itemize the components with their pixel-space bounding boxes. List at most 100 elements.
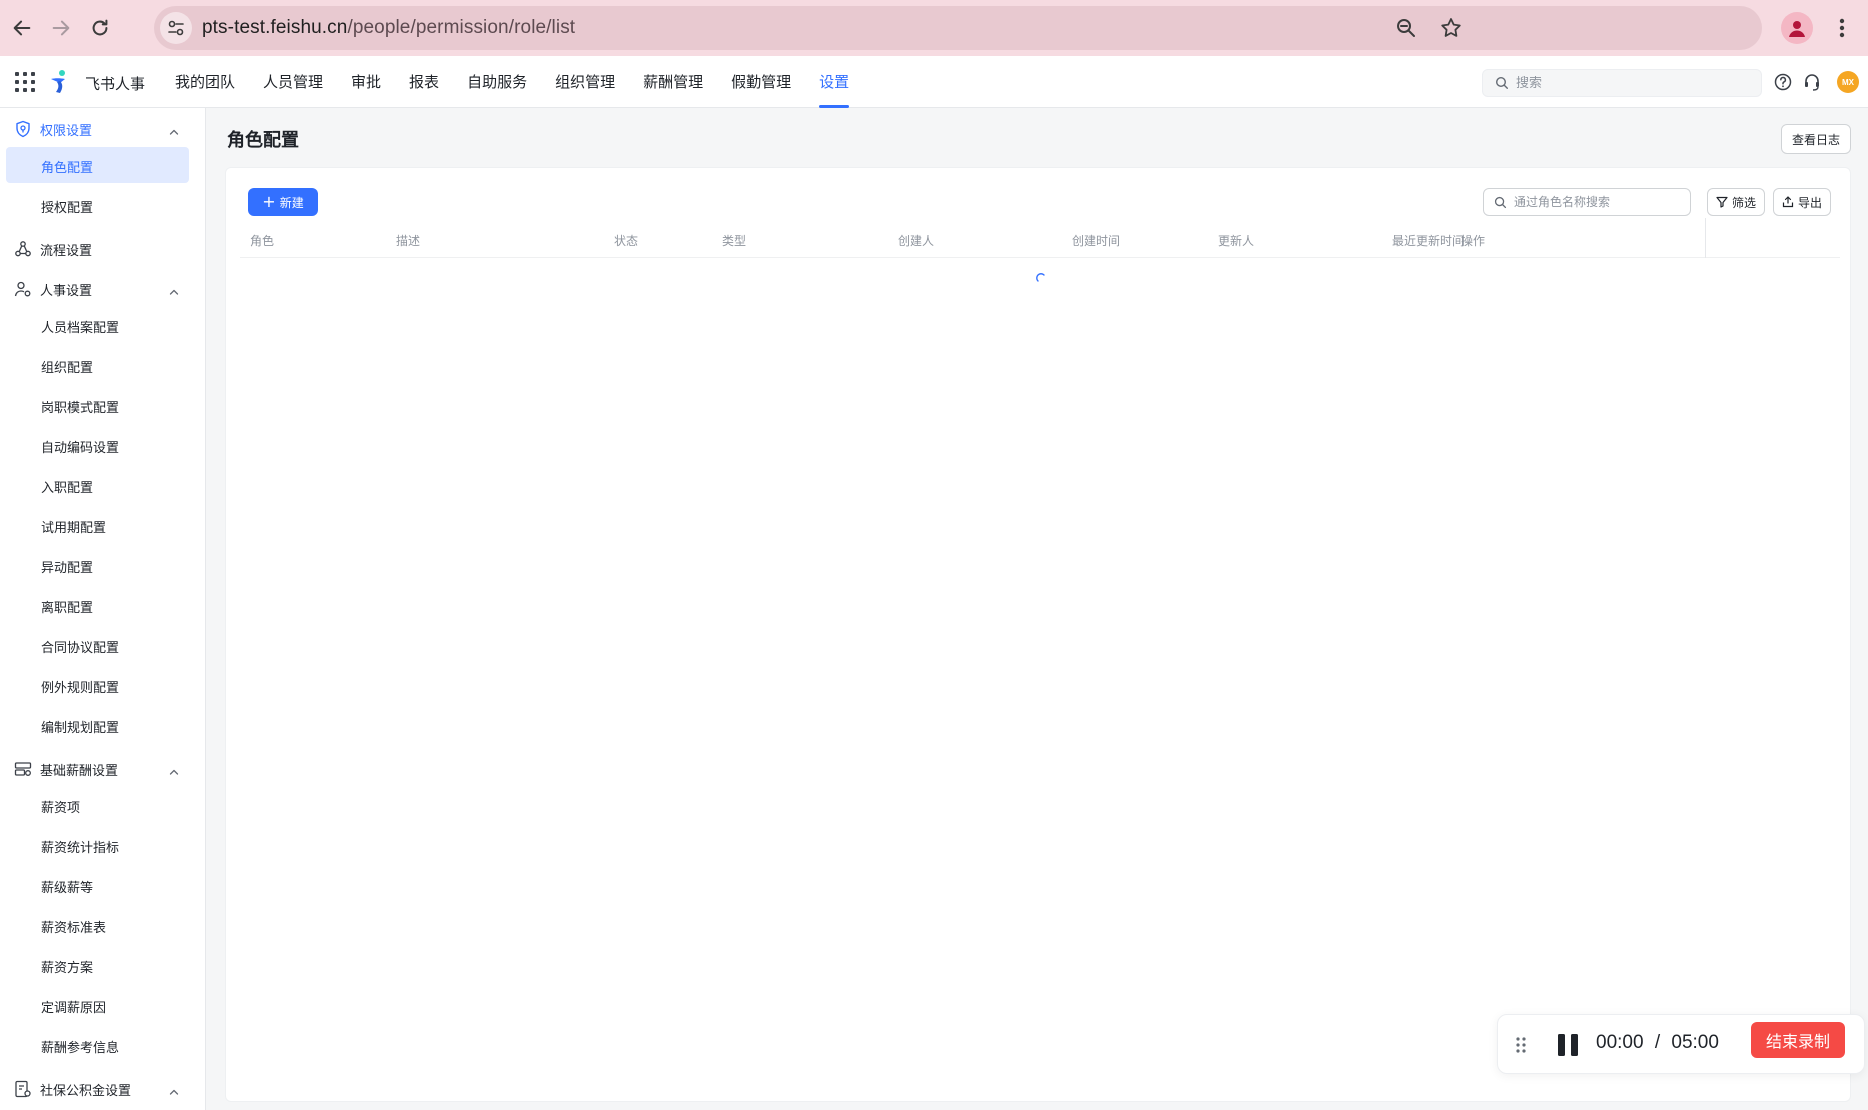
reload-icon [92, 19, 108, 36]
export-label: 导出 [1797, 195, 1822, 210]
workflow-icon [14, 240, 32, 258]
sidebar-item[interactable]: 异动配置 [6, 547, 189, 583]
sidebar-item[interactable]: 薪资统计指标 [6, 827, 189, 863]
recording-widget: 00:00 / 05:00 结束录制 [1497, 1014, 1865, 1074]
person-settings-icon [14, 280, 32, 298]
sidebar-item[interactable]: 例外规则配置 [6, 667, 189, 703]
export-button[interactable]: 导出 [1773, 188, 1831, 216]
sidebar-group[interactable]: 权限设置 [0, 109, 205, 149]
top-nav-item[interactable]: 报表 [409, 56, 439, 108]
role-search-input[interactable] [1514, 195, 1684, 209]
column-header: 描述 [396, 234, 421, 248]
plus-icon: + [262, 192, 276, 211]
back-button[interactable] [2, 8, 42, 48]
profile-button[interactable] [1781, 12, 1813, 44]
sidebar-item[interactable]: 离职配置 [6, 587, 189, 623]
top-nav-item[interactable]: 自助服务 [467, 56, 527, 108]
sidebar-item[interactable]: 自动编码设置 [6, 427, 189, 463]
sidebar-item-label: 角色配置 [41, 161, 94, 176]
sidebar-item-label: 薪级薪等 [41, 881, 94, 896]
chevron-up-icon[interactable] [168, 763, 180, 775]
sidebar-group[interactable]: 社保公积金设置 [0, 1069, 205, 1109]
url-text[interactable]: pts-test.feishu.cn/people/permission/rol… [202, 17, 575, 39]
sidebar-item[interactable]: 薪资标准表 [6, 907, 189, 943]
sidebar-item[interactable]: 入职配置 [6, 467, 189, 503]
arrow-right-icon [52, 20, 70, 36]
sidebar-item[interactable]: 薪资项 [6, 787, 189, 823]
sidebar-item[interactable]: 合同协议配置 [6, 627, 189, 663]
column-header: 最近更新时间 [1392, 234, 1465, 248]
chevron-up-icon[interactable] [168, 123, 180, 135]
sidebar-item[interactable]: 组织配置 [6, 347, 189, 383]
sidebar-item[interactable]: 人员档案配置 [6, 307, 189, 343]
column-header: 创建人 [898, 234, 935, 248]
sidebar-item-label: 入职配置 [41, 481, 94, 496]
shield-icon [14, 120, 32, 138]
sidebar-item[interactable]: 编制规划配置 [6, 707, 189, 743]
filter-button[interactable]: 筛选 [1707, 188, 1765, 216]
customer-service-icon[interactable] [1802, 72, 1822, 92]
filter-label: 筛选 [1731, 195, 1756, 210]
arrow-left-icon [13, 20, 31, 36]
site-settings-icon[interactable] [160, 12, 192, 44]
sidebar-group[interactable]: 基础薪酬设置 [0, 749, 205, 789]
view-log-button[interactable]: 查看日志 [1781, 124, 1851, 154]
sidebar-item[interactable]: 薪酬参考信息 [6, 1027, 189, 1063]
stop-recording-button[interactable]: 结束录制 [1751, 1022, 1845, 1058]
global-search-input[interactable] [1516, 75, 1746, 91]
top-nav-item[interactable]: 薪酬管理 [643, 56, 703, 108]
app-header: 飞书人事 我的团队人员管理审批报表自助服务组织管理薪酬管理假勤管理设置 MX [0, 56, 1868, 108]
chevron-up-icon[interactable] [168, 1083, 180, 1095]
user-avatar[interactable]: MX [1837, 71, 1859, 93]
sidebar-group-label: 基础薪酬设置 [40, 764, 119, 779]
bookmark-star-icon[interactable] [1439, 16, 1463, 40]
social-security-icon [14, 1080, 32, 1098]
forward-button[interactable] [41, 8, 81, 48]
role-search[interactable] [1483, 188, 1691, 216]
global-search[interactable] [1482, 69, 1762, 97]
pause-icon[interactable] [1555, 1031, 1581, 1059]
brand-name[interactable]: 飞书人事 [85, 73, 145, 94]
app-grid-icon[interactable] [14, 71, 36, 93]
sidebar-item[interactable]: 角色配置 [6, 147, 189, 183]
zoom-icon[interactable] [1394, 16, 1418, 40]
salary-icon [14, 760, 32, 778]
top-nav-item[interactable]: 我的团队 [175, 56, 235, 108]
url-path: /people/permission/role/list [347, 17, 576, 38]
top-nav-item[interactable]: 人员管理 [263, 56, 323, 108]
help-icon[interactable] [1773, 72, 1793, 92]
recording-timer: 00:00 / 05:00 [1596, 1032, 1719, 1054]
sidebar-item-label: 授权配置 [41, 201, 94, 216]
sidebar-item[interactable]: 定调薪原因 [6, 987, 189, 1023]
top-nav-item[interactable]: 假勤管理 [731, 56, 791, 108]
sidebar-group[interactable]: 流程设置 [0, 229, 205, 269]
search-icon [1495, 76, 1508, 89]
feishu-people-logo-icon[interactable] [48, 69, 70, 95]
person-icon [1789, 21, 1805, 37]
browser-menu-button[interactable] [1832, 14, 1852, 42]
reload-button[interactable] [80, 8, 120, 48]
new-role-button[interactable]: + 新建 [248, 188, 318, 216]
top-nav-item[interactable]: 设置 [819, 56, 850, 108]
sidebar-item[interactable]: 薪资方案 [6, 947, 189, 983]
chevron-up-icon[interactable] [168, 283, 180, 295]
column-header: 创建时间 [1072, 234, 1121, 248]
column-divider[interactable] [1705, 218, 1706, 258]
sidebar-item-label: 组织配置 [41, 361, 94, 376]
sidebar-group[interactable]: 人事设置 [0, 269, 205, 309]
address-bar[interactable]: pts-test.feishu.cn/people/permission/rol… [154, 6, 1762, 50]
sidebar-item[interactable]: 岗职模式配置 [6, 387, 189, 423]
sidebar-item-label: 薪酬参考信息 [41, 1041, 120, 1056]
drag-handle-icon[interactable] [1515, 1034, 1527, 1056]
sidebar-item[interactable]: 试用期配置 [6, 507, 189, 543]
top-nav-item[interactable]: 组织管理 [555, 56, 615, 108]
sidebar-item-label: 薪资标准表 [41, 921, 107, 936]
total-time: 05:00 [1671, 1032, 1719, 1053]
elapsed-time: 00:00 [1596, 1032, 1644, 1053]
sidebar-group-label: 社保公积金设置 [40, 1084, 132, 1099]
top-nav-item[interactable]: 审批 [351, 56, 381, 108]
sidebar-item[interactable]: 薪级薪等 [6, 867, 189, 903]
sidebar-item-label: 薪资统计指标 [41, 841, 120, 856]
sidebar-item[interactable]: 授权配置 [6, 187, 189, 223]
top-nav: 我的团队 人员管理 审批 报表 自助服务 组织管理 薪酬管理 假勤管理 设置 [175, 56, 877, 108]
